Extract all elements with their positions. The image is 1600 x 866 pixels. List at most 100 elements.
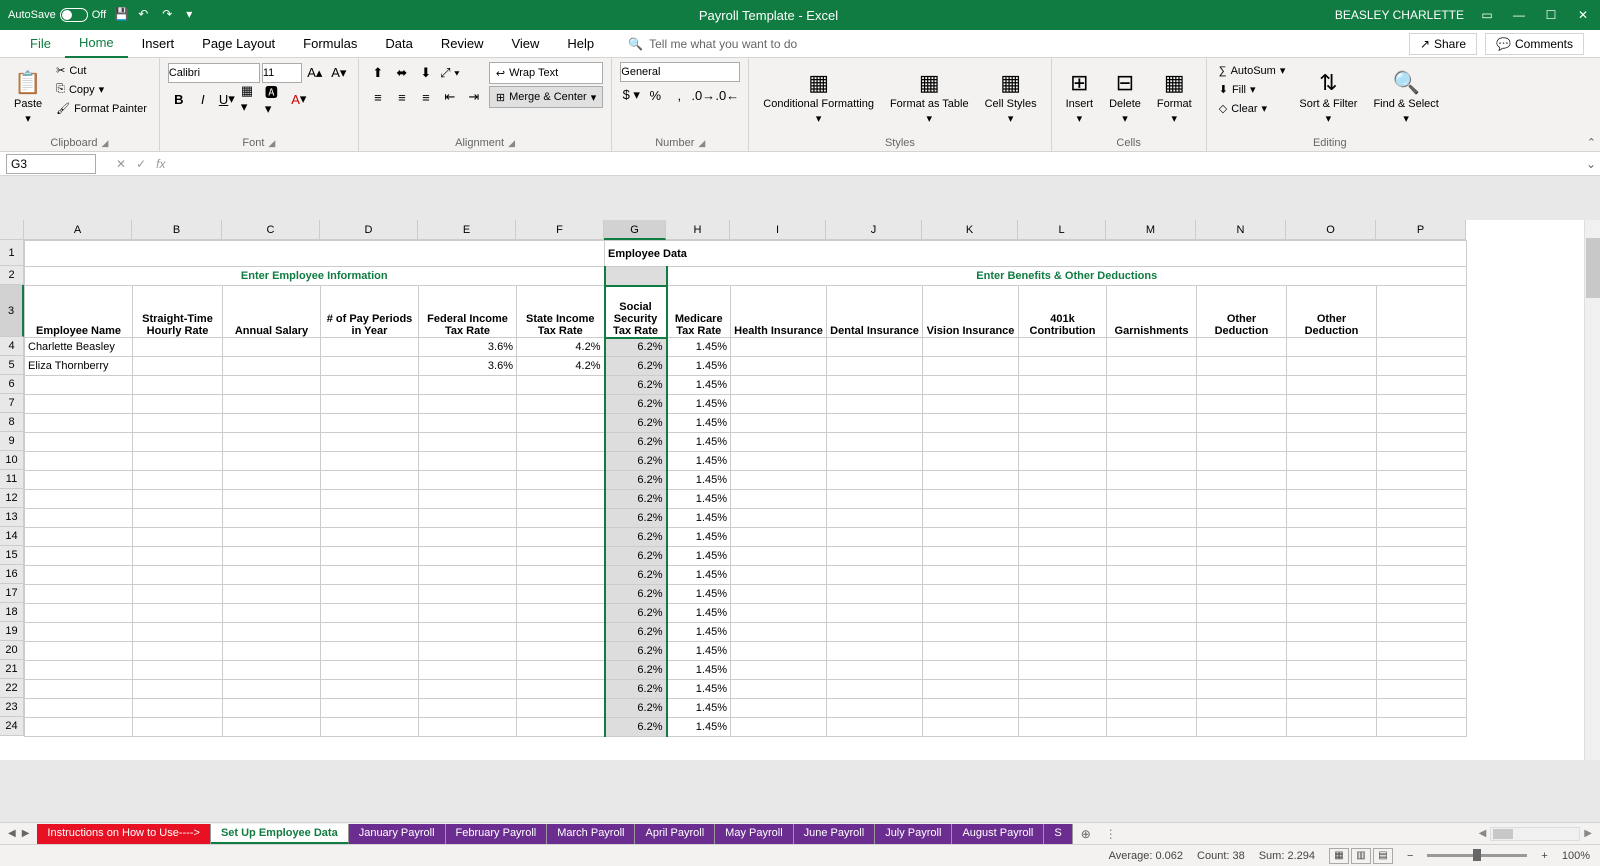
- cell[interactable]: [731, 604, 827, 623]
- cell-med[interactable]: 1.45%: [667, 414, 731, 433]
- cell[interactable]: [133, 376, 223, 395]
- row-header-18[interactable]: 18: [0, 603, 24, 622]
- cell[interactable]: [1019, 509, 1107, 528]
- cell[interactable]: [1107, 490, 1197, 509]
- cell[interactable]: [133, 661, 223, 680]
- new-sheet-button[interactable]: ⊕: [1073, 827, 1099, 841]
- cell[interactable]: [827, 642, 923, 661]
- cell[interactable]: [133, 604, 223, 623]
- zoom-out-icon[interactable]: −: [1407, 850, 1413, 862]
- cell[interactable]: [731, 547, 827, 566]
- tab-data[interactable]: Data: [371, 30, 426, 58]
- cell[interactable]: [923, 452, 1019, 471]
- fill-button[interactable]: ⬇Fill ▾: [1215, 81, 1290, 98]
- cell[interactable]: [223, 623, 321, 642]
- alignment-dialog-launcher[interactable]: ◢: [508, 138, 515, 148]
- sheet-tab-5[interactable]: April Payroll: [635, 824, 715, 844]
- cell[interactable]: [321, 718, 419, 737]
- cell[interactable]: [1197, 585, 1287, 604]
- cell-ss[interactable]: 6.2%: [605, 376, 667, 395]
- cell-med[interactable]: 1.45%: [667, 566, 731, 585]
- cell[interactable]: [1287, 452, 1377, 471]
- cell[interactable]: [1019, 376, 1107, 395]
- cell[interactable]: [731, 680, 827, 699]
- cell[interactable]: [1107, 338, 1197, 357]
- column-header-N[interactable]: N: [1196, 220, 1286, 240]
- section-employee-info[interactable]: Enter Employee Information: [25, 267, 605, 286]
- bold-button[interactable]: B: [168, 88, 190, 110]
- cell[interactable]: [1107, 699, 1197, 718]
- cell-med[interactable]: 1.45%: [667, 509, 731, 528]
- italic-button[interactable]: I: [192, 88, 214, 110]
- accounting-format-icon[interactable]: $ ▾: [620, 84, 642, 106]
- cell[interactable]: [1197, 490, 1287, 509]
- font-size-input[interactable]: [262, 63, 302, 83]
- cell[interactable]: [1019, 585, 1107, 604]
- col-header-11[interactable]: 401k Contribution: [1019, 286, 1107, 338]
- sheet-tab-0[interactable]: Instructions on How to Use---->: [37, 824, 211, 844]
- column-header-J[interactable]: J: [826, 220, 922, 240]
- cell[interactable]: [731, 433, 827, 452]
- cell[interactable]: [1377, 547, 1467, 566]
- cell[interactable]: [827, 490, 923, 509]
- cell-med[interactable]: 1.45%: [667, 547, 731, 566]
- cell[interactable]: [923, 680, 1019, 699]
- cell[interactable]: [1197, 642, 1287, 661]
- cell[interactable]: [1377, 680, 1467, 699]
- cell[interactable]: [923, 338, 1019, 357]
- cell[interactable]: [1287, 699, 1377, 718]
- col-header-9[interactable]: Dental Insurance: [827, 286, 923, 338]
- cell[interactable]: [1287, 718, 1377, 737]
- percent-format-icon[interactable]: %: [644, 84, 666, 106]
- cell-fed[interactable]: [419, 452, 517, 471]
- cell[interactable]: [1287, 585, 1377, 604]
- close-icon[interactable]: ✕: [1574, 6, 1592, 24]
- cell-fed[interactable]: [419, 414, 517, 433]
- cell-name[interactable]: [25, 433, 133, 452]
- cell-name[interactable]: [25, 528, 133, 547]
- cell-med[interactable]: 1.45%: [667, 661, 731, 680]
- cell[interactable]: [1197, 528, 1287, 547]
- cell[interactable]: [1197, 699, 1287, 718]
- cell[interactable]: [133, 585, 223, 604]
- cell[interactable]: [731, 452, 827, 471]
- cell[interactable]: [223, 471, 321, 490]
- cell[interactable]: [827, 585, 923, 604]
- cell-med[interactable]: 1.45%: [667, 718, 731, 737]
- column-header-K[interactable]: K: [922, 220, 1018, 240]
- cell[interactable]: [133, 528, 223, 547]
- cell[interactable]: [827, 699, 923, 718]
- cell-state[interactable]: [517, 452, 605, 471]
- cell-fed[interactable]: [419, 433, 517, 452]
- cell[interactable]: [1197, 376, 1287, 395]
- cell-fed[interactable]: [419, 680, 517, 699]
- cell[interactable]: [1107, 680, 1197, 699]
- cell[interactable]: [923, 642, 1019, 661]
- column-header-O[interactable]: O: [1286, 220, 1376, 240]
- qat-customize-icon[interactable]: ▾: [186, 7, 202, 23]
- cell-med[interactable]: 1.45%: [667, 604, 731, 623]
- cell-state[interactable]: [517, 585, 605, 604]
- cell[interactable]: [827, 357, 923, 376]
- cell[interactable]: [923, 547, 1019, 566]
- cell[interactable]: [133, 699, 223, 718]
- tab-page-layout[interactable]: Page Layout: [188, 30, 289, 58]
- cell-med[interactable]: 1.45%: [667, 357, 731, 376]
- cell[interactable]: [1107, 718, 1197, 737]
- clear-button[interactable]: ◇Clear ▾: [1215, 100, 1290, 117]
- row-header-15[interactable]: 15: [0, 546, 24, 565]
- cell[interactable]: [731, 471, 827, 490]
- row-header-1[interactable]: 1: [0, 240, 24, 266]
- cell[interactable]: [827, 547, 923, 566]
- cell[interactable]: [1377, 471, 1467, 490]
- cell[interactable]: [1287, 623, 1377, 642]
- cell[interactable]: [1287, 547, 1377, 566]
- cell[interactable]: [923, 357, 1019, 376]
- cell-state[interactable]: [517, 376, 605, 395]
- cell[interactable]: [1019, 433, 1107, 452]
- cell[interactable]: [1019, 699, 1107, 718]
- cell-name[interactable]: [25, 452, 133, 471]
- row-header-11[interactable]: 11: [0, 470, 24, 489]
- comma-format-icon[interactable]: ,: [668, 84, 690, 106]
- increase-decimal-icon[interactable]: .0→: [692, 84, 714, 106]
